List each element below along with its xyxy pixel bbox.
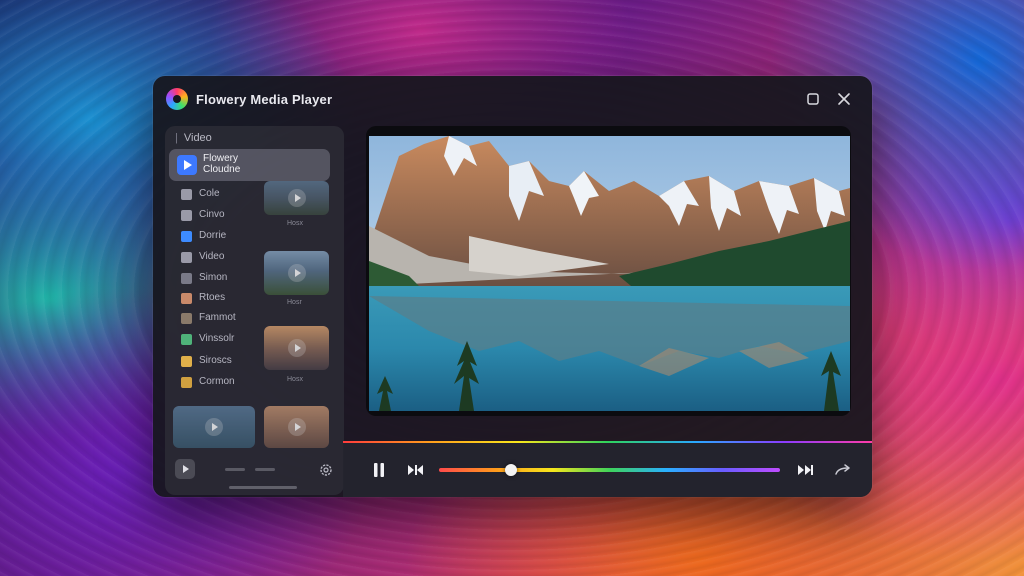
share-icon[interactable] [833,460,853,480]
video-thumbnail[interactable] [264,181,329,215]
video-thumbnail[interactable] [173,406,255,448]
flower-icon [181,377,192,388]
play-icon[interactable] [175,459,195,479]
app-logo-icon [166,88,188,110]
play-icon [177,155,197,175]
video-thumbnail[interactable] [264,251,329,295]
seek-handle[interactable] [504,464,517,476]
rewind-icon [181,189,192,200]
skip-forward-icon[interactable] [796,460,816,480]
sidebar-item-label: Flowery Cloudne [203,153,241,175]
title-bar: Flowery Media Player [153,76,872,122]
sidebar-item-label: Cinvo [199,209,225,220]
photo-icon [181,293,192,304]
app-title: Flowery Media Player [196,92,333,107]
sidebar-item-label: Cole [199,188,220,199]
thumbnail-caption: Hosr [287,299,302,306]
sidebar-item-label: Vinssolr [199,333,235,344]
landscape-icon [181,334,192,345]
sidebar-item-label: Cormon [199,376,235,387]
sidebar-item[interactable]: Siroscs [181,353,271,369]
thumbs-up-icon [181,210,192,221]
sidebar-item[interactable]: Vinssolr [181,331,271,347]
media-player-window: Flowery Media Player Video Flowery Cloud… [153,76,872,497]
video-frame-image [369,136,850,411]
sidebar-item[interactable]: Cormon [181,374,271,390]
sidebar-item-label: Video [199,251,225,262]
sidebar-item[interactable]: Fammot [181,310,271,326]
thumbnail-caption: Hosx [287,220,303,227]
sidebar-item[interactable]: Simon [181,270,271,286]
close-icon[interactable] [835,90,853,108]
sidebar-item[interactable]: Rtoes [181,290,271,306]
image-icon [181,313,192,324]
video-viewport[interactable] [366,126,851,416]
divider [225,468,245,471]
play-icon [287,189,306,207]
sidebar: Video Flowery Cloudne Hosx Hosr Hosx Col… [165,126,344,495]
video-thumbnail[interactable] [264,326,329,370]
play-icon [205,418,223,436]
sidebar-item-label: Rtoes [199,292,226,303]
sidebar-item[interactable]: Dorrie [181,228,271,244]
gear-icon[interactable] [319,463,333,477]
sidebar-item-label: Fammot [199,312,236,323]
sidebar-item-active[interactable]: Flowery Cloudne [169,149,330,181]
sidebar-item-label: Dorrie [199,230,227,241]
collage-icon [181,356,192,367]
sidebar-item[interactable]: Video [181,249,271,265]
video-thumbnail[interactable] [264,406,329,448]
sidebar-header: Video [175,132,212,144]
skip-back-icon[interactable] [406,460,426,480]
sidebar-item-label: Simon [199,272,228,283]
cloud-icon [181,231,192,242]
divider [255,468,275,471]
play-icon [287,418,306,436]
pause-icon[interactable] [369,460,389,480]
scrollbar[interactable] [229,486,297,489]
sidebar-item[interactable]: Cinvo [181,207,271,223]
play-icon [287,339,306,357]
link-icon [181,252,192,263]
seek-bar[interactable] [439,468,780,472]
playback-controls [343,443,872,497]
play-icon [287,264,306,282]
sidebar-item-label: Siroscs [199,355,232,366]
file-icon [181,273,192,284]
thumbnail-caption: Hosx [287,376,303,383]
maximize-icon[interactable] [804,90,822,108]
sidebar-item[interactable]: Cole [181,186,271,202]
